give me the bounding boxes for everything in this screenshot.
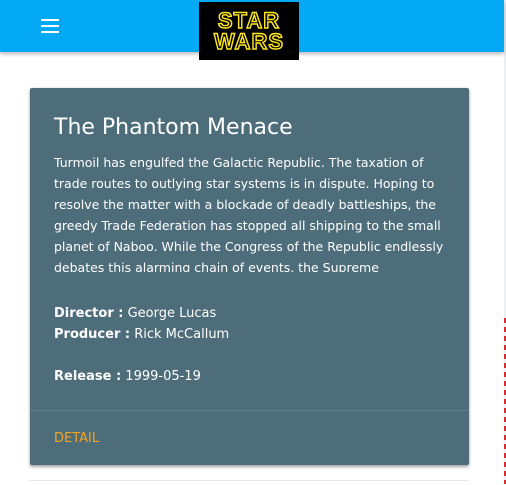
- producer-row: Producer : Rick McCallum: [54, 324, 229, 345]
- producer-value: Rick McCallum: [134, 327, 230, 342]
- menu-icon-bar: [41, 25, 59, 27]
- release-row: Release : 1999-05-19: [54, 366, 201, 387]
- next-card-edge: [30, 480, 469, 485]
- producer-label: Producer :: [54, 327, 131, 342]
- logo-text-top: STAR: [217, 8, 281, 33]
- hamburger-menu-icon[interactable]: [36, 14, 64, 38]
- card-actions-divider: [30, 410, 469, 411]
- star-wars-logo[interactable]: STAR WARS: [199, 2, 299, 60]
- menu-icon-bar: [41, 19, 59, 21]
- film-title: The Phantom Menace: [54, 115, 293, 140]
- director-row: Director : George Lucas: [54, 303, 216, 324]
- opening-crawl: Turmoil has engulfed the Galactic Republ…: [54, 155, 444, 272]
- film-card: The Phantom Menace Turmoil has engulfed …: [30, 88, 469, 465]
- director-label: Director :: [54, 306, 124, 321]
- menu-icon-bar: [41, 31, 59, 33]
- detail-button[interactable]: DETAIL: [54, 428, 99, 449]
- release-label: Release :: [54, 369, 122, 384]
- director-value: George Lucas: [127, 306, 217, 321]
- release-value: 1999-05-19: [125, 369, 201, 384]
- logo-text-bottom: WARS: [213, 29, 284, 54]
